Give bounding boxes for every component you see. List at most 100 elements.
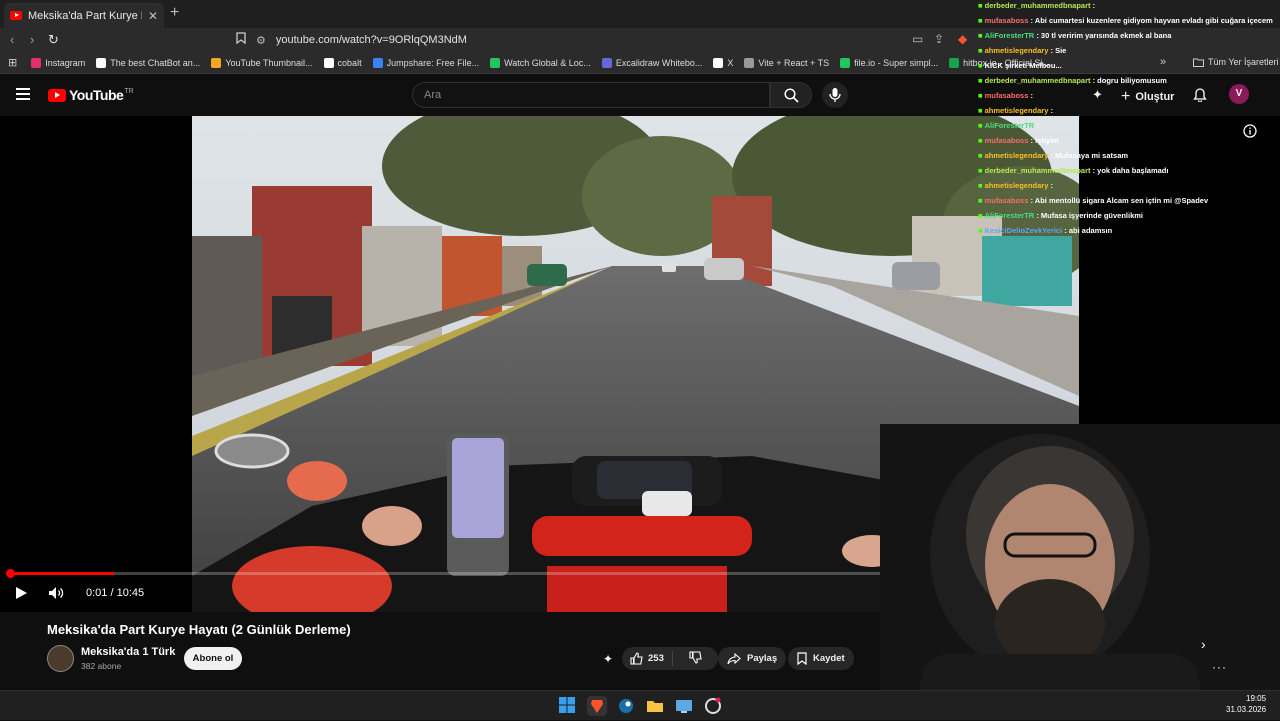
new-tab-icon[interactable]: + [170, 4, 179, 22]
play-button[interactable] [14, 586, 28, 605]
chat-badge-icon: ■ [978, 16, 985, 25]
tab-title: Meksika'da Part Kurye Hayatı (2 [28, 9, 142, 22]
chat-username: mufasaboss [984, 136, 1029, 145]
bookmark-favicon-icon [601, 57, 612, 68]
chat-message: ■ derbeder_muhammedbnapart : dogru biliy… [978, 73, 1278, 88]
chevron-right-icon[interactable]: › [1201, 636, 1206, 652]
volume-button[interactable] [48, 586, 64, 605]
chat-badge-icon: ■ [978, 61, 985, 70]
bookmark-favicon-icon [211, 57, 222, 68]
bookmark-item[interactable]: Vite + React + TS [744, 57, 829, 68]
windows-taskbar [0, 690, 1280, 720]
chat-badge-icon: ■ [978, 211, 985, 220]
bookmark-item[interactable]: Instagram [31, 57, 85, 68]
chat-username: mufasaboss [984, 196, 1029, 205]
bookmark-item[interactable]: X [713, 57, 734, 68]
brave-shield-icon[interactable]: ◆ [958, 32, 967, 46]
bookmark-favicon-icon [323, 57, 334, 68]
chat-message: ■ derbeder_muhammedbnapart : [978, 0, 1278, 13]
windows-start-icon[interactable] [558, 696, 578, 716]
bookmark-item[interactable]: file.io - Super simpl... [840, 57, 938, 68]
voice-search-button[interactable] [822, 82, 848, 108]
remote-desktop-icon[interactable] [674, 696, 694, 716]
chat-badge-icon: ■ [978, 136, 985, 145]
youtube-favicon-icon [10, 11, 22, 20]
more-actions-icon[interactable]: ··· [1212, 660, 1227, 674]
channel-avatar[interactable] [47, 645, 74, 672]
chat-badge-icon: ■ [978, 1, 985, 10]
bookmark-label: Jumpshare: Free File... [386, 57, 480, 68]
volume-icon [49, 587, 64, 599]
chat-badge-icon: ■ [978, 181, 985, 190]
bookmark-favicon-icon [31, 57, 42, 68]
forward-icon[interactable]: › [30, 32, 34, 47]
bookmark-label: cobalt [337, 57, 362, 68]
bookmark-favicon-icon [840, 57, 851, 68]
brave-browser-icon[interactable] [587, 696, 607, 716]
url-text: youtube.com/watch?v=9ORlqQM3NdM [275, 34, 467, 46]
youtube-logo[interactable]: YouTube TR [48, 87, 134, 103]
bookmark-label: YouTube Thumbnail... [225, 57, 313, 68]
share-button[interactable]: Paylaş [718, 647, 787, 670]
chat-username: AliForesterTR [984, 121, 1035, 130]
chat-message: ■ AliForesterTR : 30 tl veririm yarısınd… [978, 28, 1278, 43]
system-clock[interactable]: 19:05 31.03.2026 [1226, 693, 1266, 715]
bookmark-item[interactable]: cobalt [323, 57, 362, 68]
cast-icon[interactable]: ▭ [912, 32, 923, 46]
bookmark-item[interactable]: Excalidraw Whitebo... [601, 57, 702, 68]
bookmark-label: X [727, 57, 734, 68]
chat-badge-icon: ■ [978, 151, 985, 160]
subscriber-count: 382 abone [81, 661, 122, 671]
chat-text: : [1050, 106, 1054, 115]
bookmark-item[interactable]: Jumpshare: Free File... [372, 57, 480, 68]
browser-tab[interactable]: Meksika'da Part Kurye Hayatı (2 ✕ [4, 3, 164, 28]
share-page-icon[interactable]: ⇪ [934, 32, 944, 46]
subscribe-button[interactable]: Abone ol [184, 647, 242, 670]
like-button[interactable]: 253 [622, 651, 673, 666]
chat-badge-icon: ■ [978, 226, 985, 235]
bookmark-favicon-icon [96, 57, 107, 68]
site-settings-icon[interactable]: ⚙ [256, 34, 266, 47]
bookmark-icon[interactable] [236, 32, 246, 47]
back-icon[interactable]: ‹ [10, 32, 14, 47]
menu-icon[interactable] [16, 88, 30, 100]
dislike-button[interactable] [679, 650, 712, 667]
save-button[interactable]: Kaydet [788, 647, 854, 670]
bookmark-favicon-icon [744, 57, 755, 68]
bookmark-item[interactable]: YouTube Thumbnail... [211, 57, 313, 68]
chat-username: AliForesterTR [984, 211, 1035, 220]
thumbs-up-icon [630, 652, 643, 665]
reload-icon[interactable]: ↻ [48, 32, 59, 48]
chat-message: ■ AliForesterTR : [978, 118, 1278, 133]
bookmark-favicon-icon [949, 57, 960, 68]
file-explorer-icon[interactable] [645, 696, 665, 716]
bookmark-favicon-icon [490, 57, 501, 68]
info-icon[interactable] [1243, 124, 1257, 143]
microphone-icon [829, 88, 841, 102]
logo-text: YouTube [69, 87, 124, 103]
search-input[interactable]: Ara [412, 82, 770, 108]
search-button[interactable] [770, 82, 812, 108]
obs-icon[interactable] [703, 696, 723, 716]
scrubber-handle[interactable] [6, 569, 15, 578]
chat-username: ahmetislegendary [984, 151, 1049, 160]
bookmark-item[interactable]: Watch Global & Loc... [490, 57, 591, 68]
save-icon [797, 652, 807, 665]
bookmark-item[interactable]: The best ChatBot an... [96, 57, 200, 68]
chat-username: mufasaboss [984, 16, 1029, 25]
kick-clip-icon[interactable]: ✦ [603, 652, 613, 666]
chat-text: : yok daha başlamadı [1092, 166, 1169, 175]
chat-message: ■ ahmetislegendary : [978, 178, 1278, 193]
chat-text: : Abi mentollü sigara Alcam sen içtin mi… [1030, 196, 1209, 205]
chat-message: ■ derbeder_muhammedbnapart : yok daha ba… [978, 163, 1278, 178]
channel-name[interactable]: Meksika'da 1 Türk [81, 646, 175, 658]
chat-badge-icon: ■ [978, 91, 985, 100]
chat-text: : Sie [1050, 46, 1067, 55]
chat-message: ■ KICK şirketi Melbou... [978, 58, 1278, 73]
apps-grid-icon[interactable]: ⊞ [8, 56, 17, 69]
chat-text: : [1030, 91, 1034, 100]
address-bar[interactable]: ⚙ youtube.com/watch?v=9ORlqQM3NdM [256, 30, 976, 50]
chat-username: AliForesterTR [984, 31, 1035, 40]
steam-icon[interactable] [616, 696, 636, 716]
close-tab-icon[interactable]: ✕ [148, 9, 158, 23]
